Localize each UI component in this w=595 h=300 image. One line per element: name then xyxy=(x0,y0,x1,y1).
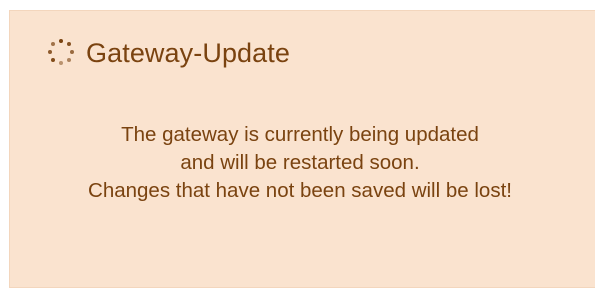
update-notice-panel: Gateway-Update The gateway is currently … xyxy=(9,10,595,288)
update-message: The gateway is currently being updated a… xyxy=(10,121,590,205)
message-line-2: and will be restarted soon. xyxy=(180,151,420,174)
dialog-header: Gateway-Update xyxy=(46,35,290,71)
loading-spinner-icon xyxy=(46,38,76,68)
message-line-3: Changes that have not been saved will be… xyxy=(88,179,512,202)
dialog-title: Gateway-Update xyxy=(86,37,291,68)
message-line-1: The gateway is currently being updated xyxy=(121,123,479,146)
